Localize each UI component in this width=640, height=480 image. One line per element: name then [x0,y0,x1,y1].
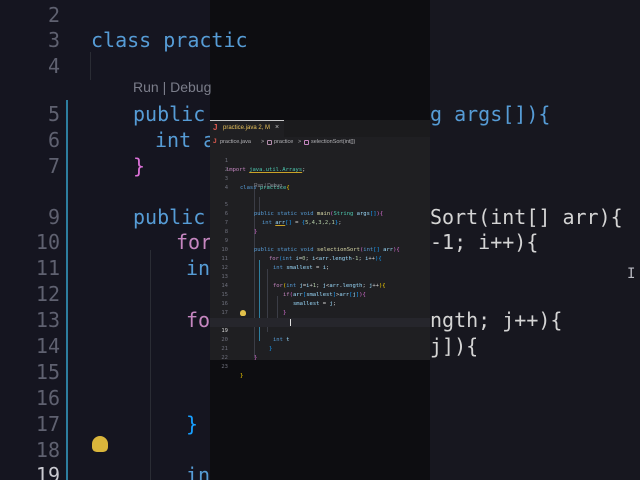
background-code-text: -1; i++){ [430,230,539,254]
background-code-text: } [186,412,199,436]
background-code-text: int a [155,128,216,152]
code-line: 23 } [210,354,430,379]
close-icon[interactable]: × [275,124,279,131]
code-line: 11 int smallest = i; [210,246,430,271]
background-line-number: 17 [35,412,60,436]
background-line-number: 18 [35,438,60,462]
class-icon [267,140,272,145]
background-line-number: 12 [35,282,60,306]
code-line: 6 int arr[] = {5,4,3,2,1}; [210,201,430,226]
tab-label: practice.java 2, M [223,125,271,131]
code-line: 3 class practice{ [210,166,430,191]
background-line-number: 3 [47,28,60,52]
code-line: 14 if(arr[smallest]>arr[j]){ [210,273,430,298]
background-code-text: ngth; j++){ [430,308,563,332]
code-line: 2 [210,157,430,173]
background-code-text: class practic [91,28,248,52]
chevron-right-icon: > [261,139,265,145]
background-line-number: 6 [47,128,60,152]
code-area[interactable]: 1 import java.util.Arrays; 2 3 class pra… [210,148,430,379]
background-line-number: 15 [35,360,60,384]
lightbulb-icon[interactable] [240,310,246,316]
code-editor: J practice.java 2, M × J practice.java >… [210,120,430,379]
code-line: 13 for(int j=i+1; j<arr.length; j++){ [210,264,430,289]
background-line-number: 14 [35,334,60,358]
background-code-text: g args[]){ [430,102,551,126]
code-line: 21 } [210,336,430,361]
breadcrumb: J practice.java > practice > selectionSo… [210,137,430,148]
code-line: 10 for(int i=0; i<arr.length-1; i++){ [210,237,430,262]
background-line-number: 19 [35,463,60,480]
background-line-number: 7 [47,154,60,178]
background-line-number: 4 [47,54,60,78]
code-line: 7 } [210,210,430,235]
background-codelens: Run | Debug [133,79,212,95]
code-line-current: 19 int t [210,318,430,343]
code-line: 4 [210,175,430,191]
background-line-number: 11 [35,256,60,280]
background-line-number: 2 [47,3,60,27]
code-line: 17 } [210,300,430,325]
background-line-number: 16 [35,386,60,410]
background-code-text: in [186,463,211,480]
code-line: 15 smallest = j; [210,282,430,307]
background-line-number: 10 [35,230,60,254]
code-line: 16 } [210,291,430,316]
code-line: 8 [210,219,430,235]
background-line-number: 9 [47,205,60,229]
background-code-text: Sort(int[] arr){ [430,205,623,229]
background-lightbulb-icon [92,436,108,452]
text-caret [290,319,291,326]
line-number: 23 [221,364,228,370]
breadcrumb-method[interactable]: selectionSort(int[]) [311,139,355,145]
background-line-number: 5 [47,102,60,126]
chevron-right-icon: > [298,139,302,145]
tab-practice-java[interactable]: J practice.java 2, M × [210,120,284,137]
breadcrumb-class[interactable]: practice [274,139,293,145]
breadcrumb-file[interactable]: practice.java [220,139,251,145]
background-code-text: j]){ [430,334,479,358]
codelens-run-debug[interactable]: Run | Debug [254,183,282,189]
background-indent-guide [90,52,91,80]
code-line: 12 [210,255,430,271]
background-indent-guide [66,100,68,480]
background-code-text: public [133,205,218,229]
background-line-number: 13 [35,308,60,332]
code-line: 20 } [210,327,430,352]
code-line: 22 [210,345,430,361]
code-line: 5 public static void main(String args[])… [210,192,430,217]
code-line: 1 import java.util.Arrays; [210,148,430,173]
method-icon [304,140,309,145]
text-cursor-icon: I [627,266,636,282]
code-text: } [240,373,244,379]
java-file-icon: J [213,123,218,132]
background-code-text: } [133,154,146,178]
tab-bar: J practice.java 2, M × [210,120,430,137]
background-code-text: in [186,256,211,280]
code-line: 9 public static void selectionSort(int[]… [210,228,430,253]
java-file-icon: J [213,138,217,145]
background-code-text: public [133,102,218,126]
background-indent-guide [150,250,151,480]
